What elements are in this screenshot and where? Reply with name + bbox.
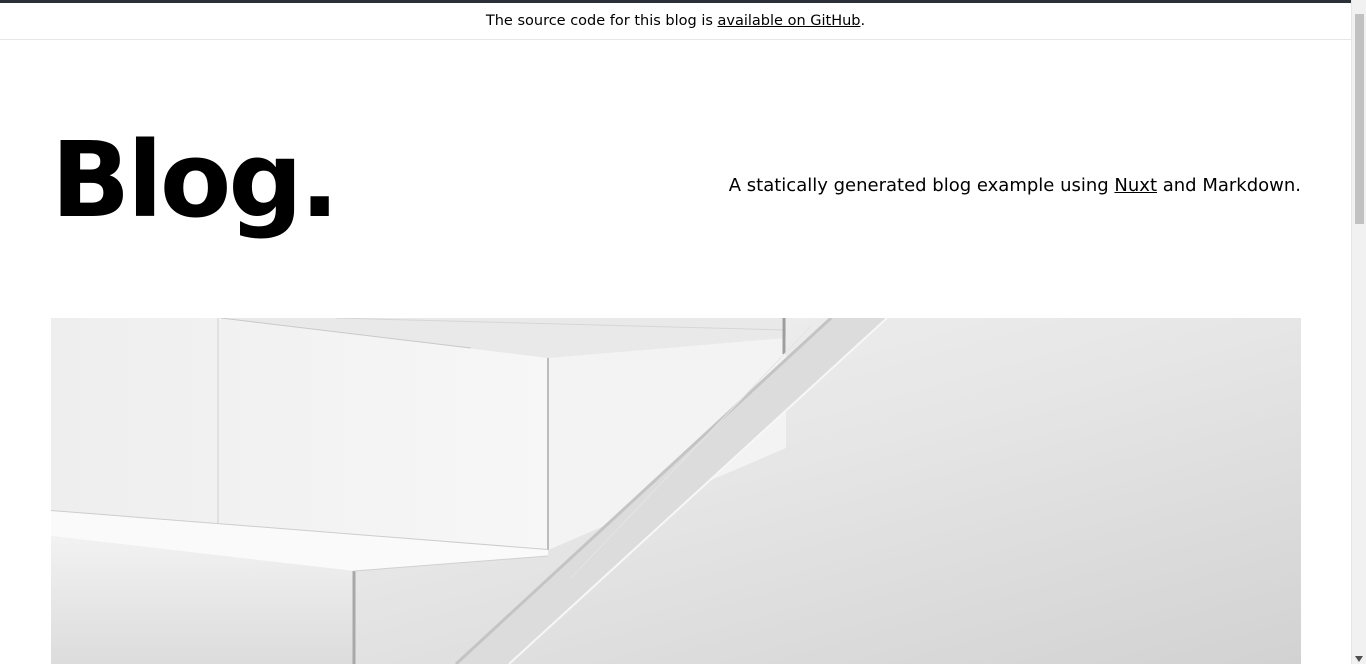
blog-title: Blog. bbox=[51, 119, 339, 241]
hero-staircase-photo bbox=[51, 318, 1301, 664]
page: The source code for this blog is availab… bbox=[0, 0, 1366, 664]
page-scrollbar[interactable] bbox=[1351, 0, 1366, 664]
banner-text-before: The source code for this blog is bbox=[485, 13, 718, 29]
scroll-down-arrow-icon[interactable] bbox=[1355, 656, 1363, 662]
banner-text-after: . bbox=[860, 13, 866, 29]
source-code-banner: The source code for this blog is availab… bbox=[0, 3, 1351, 40]
banner-text: The source code for this blog is availab… bbox=[486, 13, 865, 29]
tagline-text-before: A statically generated blog example usin… bbox=[728, 175, 1115, 196]
hero-cover-image[interactable] bbox=[51, 318, 1301, 664]
tagline-text-after: and Markdown. bbox=[1157, 175, 1301, 196]
blog-tagline: A statically generated blog example usin… bbox=[729, 172, 1301, 200]
github-link[interactable]: available on GitHub bbox=[718, 13, 861, 29]
nuxt-link[interactable]: Nuxt bbox=[1114, 175, 1157, 196]
scrollbar-thumb[interactable] bbox=[1355, 14, 1364, 224]
